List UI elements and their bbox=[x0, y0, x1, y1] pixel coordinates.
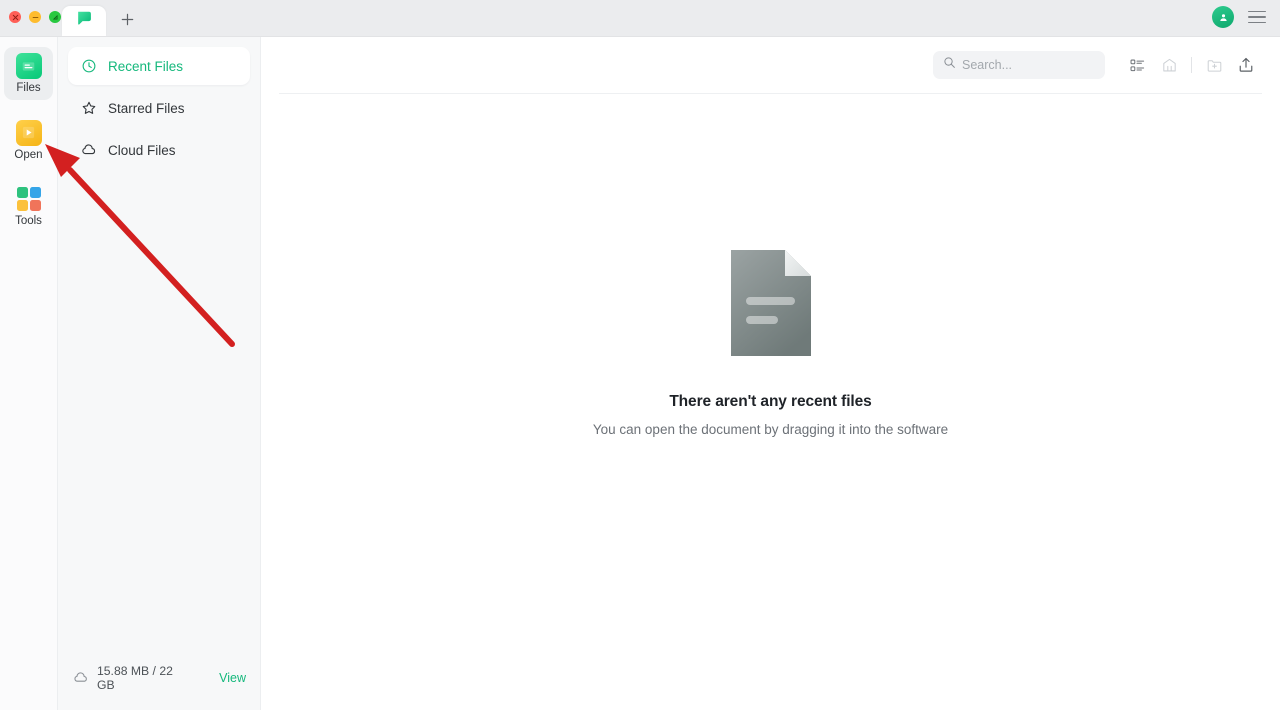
sidebar-item-label: Recent Files bbox=[108, 58, 184, 74]
star-icon bbox=[80, 100, 97, 117]
avatar[interactable] bbox=[1212, 6, 1234, 28]
left-rail: Files Open Tools bbox=[0, 37, 58, 710]
sidebar-item-cloud-files[interactable]: Cloud Files bbox=[68, 131, 250, 169]
window-controls bbox=[9, 11, 61, 23]
new-tab-button[interactable] bbox=[110, 4, 144, 34]
app-body: Files Open Tools Recent Files Starred Fi… bbox=[0, 37, 1280, 710]
rail-item-tools[interactable]: Tools bbox=[4, 180, 53, 233]
cloud-icon bbox=[80, 142, 97, 159]
cloud-icon bbox=[72, 670, 89, 687]
main-content: There aren't any recent files You can op… bbox=[261, 37, 1280, 710]
clock-icon bbox=[80, 58, 97, 75]
list-view-icon[interactable] bbox=[1121, 49, 1153, 81]
tools-cell bbox=[16, 187, 28, 198]
title-bar-actions bbox=[1212, 6, 1270, 28]
empty-state: There aren't any recent files You can op… bbox=[261, 94, 1280, 710]
sidebar-item-label: Starred Files bbox=[108, 100, 185, 116]
storage-bar: 15.88 MB / 22 GB View bbox=[58, 656, 260, 710]
app-window: Files Open Tools Recent Files Starred Fi… bbox=[0, 0, 1280, 710]
content-toolbar bbox=[261, 37, 1280, 93]
sidebar: Recent Files Starred Files Cloud Files 1… bbox=[58, 37, 261, 710]
tab-strip bbox=[62, 0, 144, 36]
app-logo-icon bbox=[75, 9, 94, 33]
hamburger-line bbox=[1248, 21, 1266, 24]
hamburger-line bbox=[1248, 16, 1266, 18]
new-folder-icon bbox=[1198, 49, 1230, 81]
tools-cell bbox=[29, 200, 41, 211]
tools-cell bbox=[16, 200, 28, 211]
tools-grid-icon bbox=[16, 186, 42, 212]
tab-document[interactable] bbox=[62, 6, 106, 36]
sidebar-item-label: Cloud Files bbox=[108, 142, 176, 158]
empty-state-title: There aren't any recent files bbox=[669, 392, 872, 410]
rail-item-open[interactable]: Open bbox=[4, 114, 53, 167]
open-folder-icon bbox=[15, 119, 42, 146]
search-input[interactable] bbox=[962, 58, 1095, 72]
files-icon bbox=[15, 53, 42, 79]
storage-view-link[interactable]: View bbox=[219, 671, 246, 685]
toolbar-divider bbox=[1191, 57, 1192, 73]
rail-item-label: Files bbox=[16, 82, 41, 94]
rail-item-files[interactable]: Files bbox=[4, 47, 53, 100]
minimize-window-button[interactable] bbox=[29, 11, 41, 23]
sidebar-nav: Recent Files Starred Files Cloud Files bbox=[58, 47, 260, 169]
trash-icon bbox=[1153, 49, 1185, 81]
maximize-window-button[interactable] bbox=[49, 11, 61, 23]
rail-item-label: Tools bbox=[15, 215, 42, 227]
search-icon bbox=[943, 56, 956, 74]
sidebar-item-starred-files[interactable]: Starred Files bbox=[68, 89, 250, 127]
empty-state-subtitle: You can open the document by dragging it… bbox=[592, 421, 949, 437]
title-bar bbox=[0, 0, 1280, 37]
sidebar-item-recent-files[interactable]: Recent Files bbox=[68, 47, 250, 85]
storage-usage-text: 15.88 MB / 22 GB bbox=[97, 664, 173, 692]
search-box[interactable] bbox=[933, 51, 1105, 79]
tools-cell bbox=[29, 187, 41, 198]
hamburger-line bbox=[1248, 10, 1266, 13]
upload-icon[interactable] bbox=[1230, 49, 1262, 81]
menu-button[interactable] bbox=[1248, 6, 1270, 28]
rail-item-label: Open bbox=[14, 148, 43, 161]
close-window-button[interactable] bbox=[9, 11, 21, 23]
document-icon bbox=[729, 248, 813, 363]
